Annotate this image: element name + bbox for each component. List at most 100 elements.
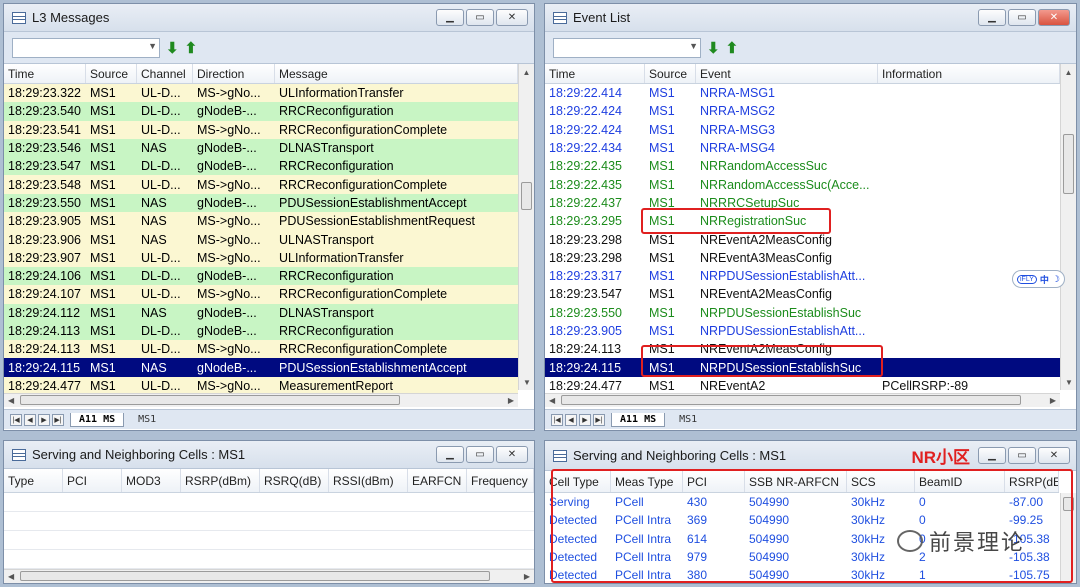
next-page-icon[interactable]: ▶ — [38, 413, 50, 426]
table-row[interactable]: 18:29:23.548 MS1 UL-D... MS->gNo... RRCRecon… — [4, 175, 518, 194]
arrow-up-icon[interactable]: ⬆ — [726, 39, 739, 57]
col-source[interactable]: Source — [645, 64, 696, 83]
first-page-icon[interactable]: |◀ — [551, 413, 563, 426]
col-type[interactable]: Type — [4, 469, 63, 492]
col-message[interactable]: Message — [275, 64, 518, 83]
scroll-left-icon[interactable]: ◀ — [549, 396, 555, 405]
hscroll-thumb[interactable] — [561, 395, 1021, 405]
scroll-thumb[interactable] — [521, 182, 532, 210]
scroll-right-icon[interactable]: ▶ — [508, 396, 514, 405]
table-row[interactable]: 18:29:24.113 MS1 DL-D... gNodeB-... RRCRecon… — [4, 321, 518, 341]
col-pci[interactable]: PCI — [63, 469, 122, 492]
close-button[interactable]: ✕ — [496, 9, 528, 26]
scroll-left-icon[interactable]: ◀ — [8, 572, 14, 581]
table-row[interactable]: 18:29:24.107 MS1 UL-D... MS->gNo... RRCRecon… — [4, 285, 518, 304]
col-mod3[interactable]: MOD3 — [122, 469, 181, 492]
table-row[interactable]: 18:29:23.550 MS1 NAS gNodeB-... PDUSessionEs… — [4, 193, 518, 213]
tab-all-ms[interactable]: A11 MS — [70, 412, 125, 427]
col-source[interactable]: Source — [86, 64, 137, 83]
table-row[interactable]: 18:29:23.547 MS1 DL-D... gNodeB-... RRCRecon… — [4, 157, 518, 176]
minimize-button[interactable]: ▁ — [436, 9, 464, 26]
ime-widget[interactable]: iFLY 中 ☽ — [1012, 270, 1065, 288]
table-row[interactable]: 18:29:23.905 MS1 NRPDUSessionEstablishAtt.… — [545, 322, 1060, 340]
table-row[interactable]: 18:29:23.317 MS1 NRPDUSessionEstablishAtt.… — [545, 267, 1060, 285]
prev-page-icon[interactable]: ◀ — [565, 413, 577, 426]
table-row[interactable]: 18:29:24.112 MS1 NAS gNodeB-... DLNASTranspo… — [4, 303, 518, 322]
close-button[interactable]: ✕ — [1038, 447, 1070, 464]
table-row[interactable]: 18:29:24.115 MS1 NAS gNodeB-... PDUSessionEs… — [4, 358, 518, 377]
cell-source: MS1 — [649, 269, 675, 284]
table-row[interactable]: 18:29:22.424 MS1 NRRA-MSG3 — [545, 121, 1060, 139]
table-row[interactable]: 18:29:23.546 MS1 NAS gNodeB-... DLNASTranspo… — [4, 138, 518, 158]
event-vscrollbar[interactable]: ▲ ▼ — [1060, 64, 1076, 390]
table-row[interactable]: 18:29:23.907 MS1 UL-D... MS->gNo... ULInform… — [4, 248, 518, 267]
arrow-down-icon[interactable]: ⬇ — [166, 39, 179, 57]
col-event[interactable]: Event — [696, 64, 878, 83]
scroll-left-icon[interactable]: ◀ — [8, 396, 14, 405]
tab-ms1[interactable]: MS1 — [130, 413, 164, 426]
close-button[interactable]: ✕ — [496, 446, 528, 463]
scroll-down-icon[interactable]: ▼ — [519, 374, 534, 390]
l3-filter-combo[interactable]: ▼ — [12, 37, 160, 58]
first-page-icon[interactable]: |◀ — [10, 413, 22, 426]
l3-grid: Time Source Channel Direction Message 18… — [4, 64, 534, 396]
l3-vscrollbar[interactable]: ▲ ▼ — [518, 64, 534, 390]
arrow-up-icon[interactable]: ⬆ — [185, 39, 198, 57]
scroll-down-icon[interactable]: ▼ — [1061, 374, 1076, 390]
scroll-up-icon[interactable]: ▲ — [519, 64, 534, 80]
table-row[interactable]: 18:29:24.106 MS1 DL-D... gNodeB-... RRCRecon… — [4, 266, 518, 286]
minimize-button[interactable]: ▁ — [436, 446, 464, 463]
table-row[interactable]: 18:29:22.414 MS1 NRRA-MSG1 — [545, 84, 1060, 102]
table-row[interactable]: 18:29:22.435 MS1 NRRandomAccessSuc(Acce... — [545, 175, 1060, 193]
cell-event: NRRA-MSG1 — [700, 86, 776, 101]
scroll-right-icon[interactable]: ▶ — [524, 572, 530, 581]
l3-hscrollbar[interactable]: ◀ ▶ — [4, 393, 518, 407]
col-rsrp[interactable]: RSRP(dBm) — [181, 469, 260, 492]
close-button[interactable]: ✕ — [1038, 9, 1070, 26]
col-earfcn[interactable]: EARFCN — [408, 469, 467, 492]
prev-page-icon[interactable]: ◀ — [24, 413, 36, 426]
minimize-button[interactable]: ▁ — [978, 447, 1006, 464]
serving-left-hscrollbar[interactable]: ◀ ▶ — [4, 569, 534, 583]
arrow-down-icon[interactable]: ⬇ — [707, 39, 720, 57]
scroll-thumb[interactable] — [1063, 134, 1074, 194]
restore-button[interactable]: ▭ — [466, 446, 494, 463]
table-row[interactable]: 18:29:23.541 MS1 UL-D... MS->gNo... RRCRecon… — [4, 120, 518, 139]
last-page-icon[interactable]: ▶| — [52, 413, 64, 426]
minimize-button[interactable]: ▁ — [978, 9, 1006, 26]
table-row[interactable]: 18:29:23.550 MS1 NRPDUSessionEstablishSuc — [545, 304, 1060, 322]
col-rsrq[interactable]: RSRQ(dB) — [260, 469, 329, 492]
scroll-up-icon[interactable]: ▲ — [1061, 64, 1076, 80]
last-page-icon[interactable]: ▶| — [593, 413, 605, 426]
scroll-right-icon[interactable]: ▶ — [1050, 396, 1056, 405]
next-page-icon[interactable]: ▶ — [579, 413, 591, 426]
restore-button[interactable]: ▭ — [1008, 447, 1036, 464]
col-direction[interactable]: Direction — [193, 64, 275, 83]
cell-time: 18:29:24.107 — [8, 287, 81, 302]
tab-all-ms[interactable]: A11 MS — [611, 412, 666, 427]
hscroll-thumb[interactable] — [20, 395, 400, 405]
restore-button[interactable]: ▭ — [466, 9, 494, 26]
table-row[interactable]: 18:29:24.113 MS1 UL-D... MS->gNo... RRCRecon… — [4, 340, 518, 359]
col-rssi[interactable]: RSSI(dBm) — [329, 469, 408, 492]
event-filter-combo[interactable]: ▼ — [553, 37, 701, 58]
table-row[interactable]: 18:29:23.298 MS1 NREventA3MeasConfig — [545, 249, 1060, 267]
table-row[interactable]: 18:29:22.435 MS1 NRRandomAccessSuc — [545, 157, 1060, 175]
table-row[interactable]: 18:29:23.322 MS1 UL-D... MS->gNo... ULInform… — [4, 84, 518, 103]
col-information[interactable]: Information — [878, 64, 1060, 83]
restore-button[interactable]: ▭ — [1008, 9, 1036, 26]
table-row[interactable]: 18:29:22.424 MS1 NRRA-MSG2 — [545, 102, 1060, 120]
col-time[interactable]: Time — [545, 64, 645, 83]
tab-ms1[interactable]: MS1 — [671, 413, 705, 426]
event-hscrollbar[interactable]: ◀ ▶ — [545, 393, 1060, 407]
table-row[interactable]: 18:29:23.906 MS1 NAS MS->gNo... ULNASTranspo… — [4, 230, 518, 249]
col-frequency[interactable]: Frequency — [467, 469, 534, 492]
table-row[interactable]: 18:29:23.547 MS1 NREventA2MeasConfig — [545, 285, 1060, 303]
col-time[interactable]: Time — [4, 64, 86, 83]
col-channel[interactable]: Channel — [137, 64, 193, 83]
cell-source: MS1 — [90, 305, 116, 320]
table-row[interactable]: 18:29:22.434 MS1 NRRA-MSG4 — [545, 139, 1060, 157]
table-row[interactable]: 18:29:23.540 MS1 DL-D... gNodeB-... RRCRecon… — [4, 102, 518, 121]
table-row[interactable]: 18:29:23.905 MS1 NAS MS->gNo... PDUSessionEs… — [4, 212, 518, 231]
hscroll-thumb[interactable] — [20, 571, 490, 581]
